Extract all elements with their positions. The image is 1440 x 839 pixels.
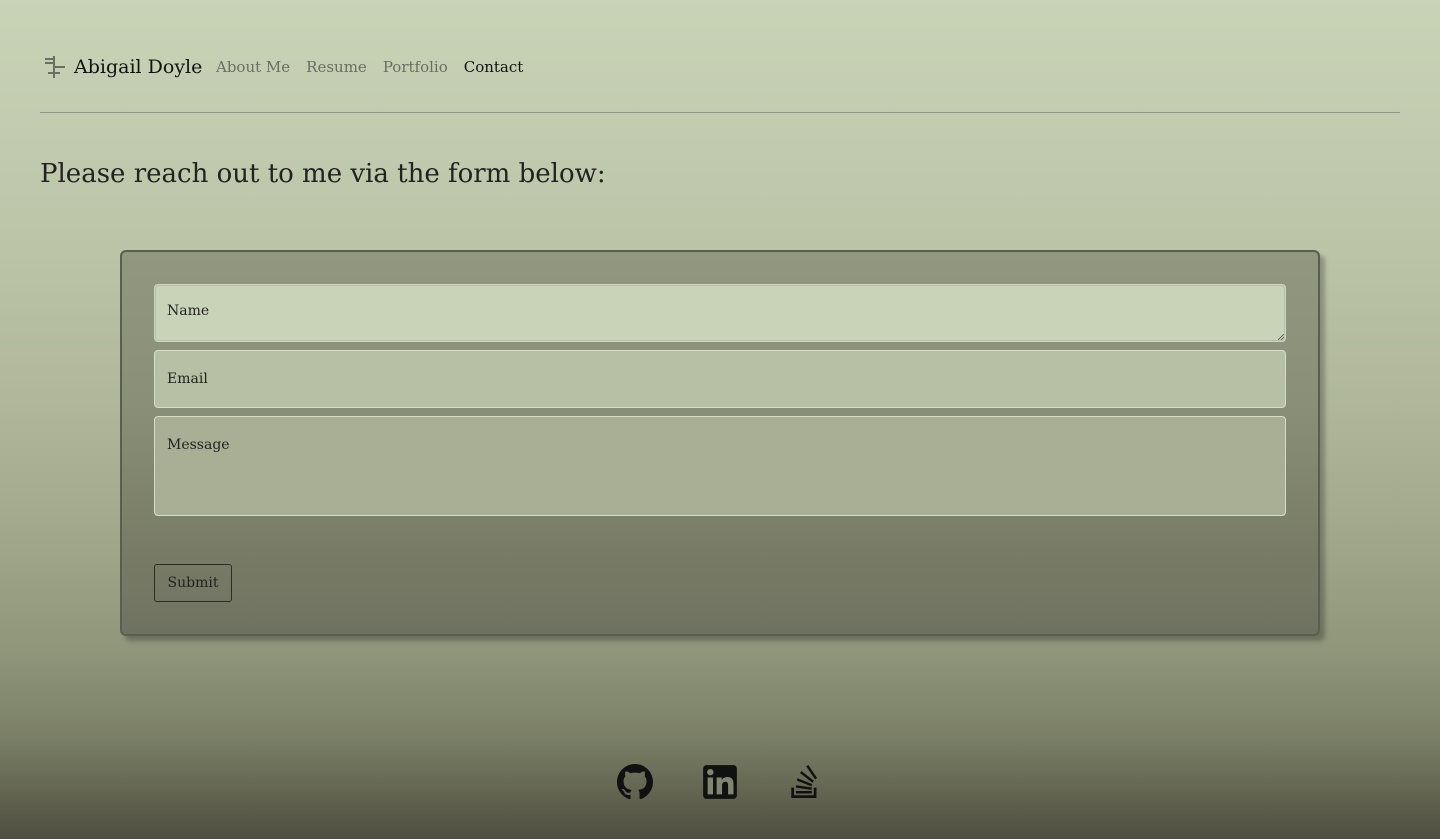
page-heading: Please reach out to me via the form belo… xyxy=(40,159,606,189)
nav-link-about-me[interactable]: About Me xyxy=(216,58,290,76)
nav-link-portfolio[interactable]: Portfolio xyxy=(383,58,448,76)
linkedin-icon xyxy=(703,765,737,799)
social-links xyxy=(0,764,1440,800)
stackoverflow-link[interactable] xyxy=(787,764,823,800)
contact-form: Submit xyxy=(120,250,1320,636)
github-link[interactable] xyxy=(617,764,653,800)
nav-link-contact[interactable]: Contact xyxy=(464,58,524,76)
email-field[interactable] xyxy=(154,350,1286,408)
nav-link-resume[interactable]: Resume xyxy=(306,58,367,76)
message-field[interactable] xyxy=(154,416,1286,516)
top-navbar: Abigail Doyle About Me Resume Portfolio … xyxy=(40,52,1400,113)
brand-name: Abigail Doyle xyxy=(74,56,203,78)
stackoverflow-icon xyxy=(791,764,818,798)
submit-button[interactable]: Submit xyxy=(154,564,232,602)
github-icon xyxy=(617,764,653,800)
signpost-icon xyxy=(44,54,66,80)
linkedin-link[interactable] xyxy=(702,764,738,800)
brand[interactable]: Abigail Doyle xyxy=(44,54,202,80)
nav-links: About Me Resume Portfolio Contact xyxy=(216,58,523,76)
name-field[interactable] xyxy=(154,284,1286,342)
